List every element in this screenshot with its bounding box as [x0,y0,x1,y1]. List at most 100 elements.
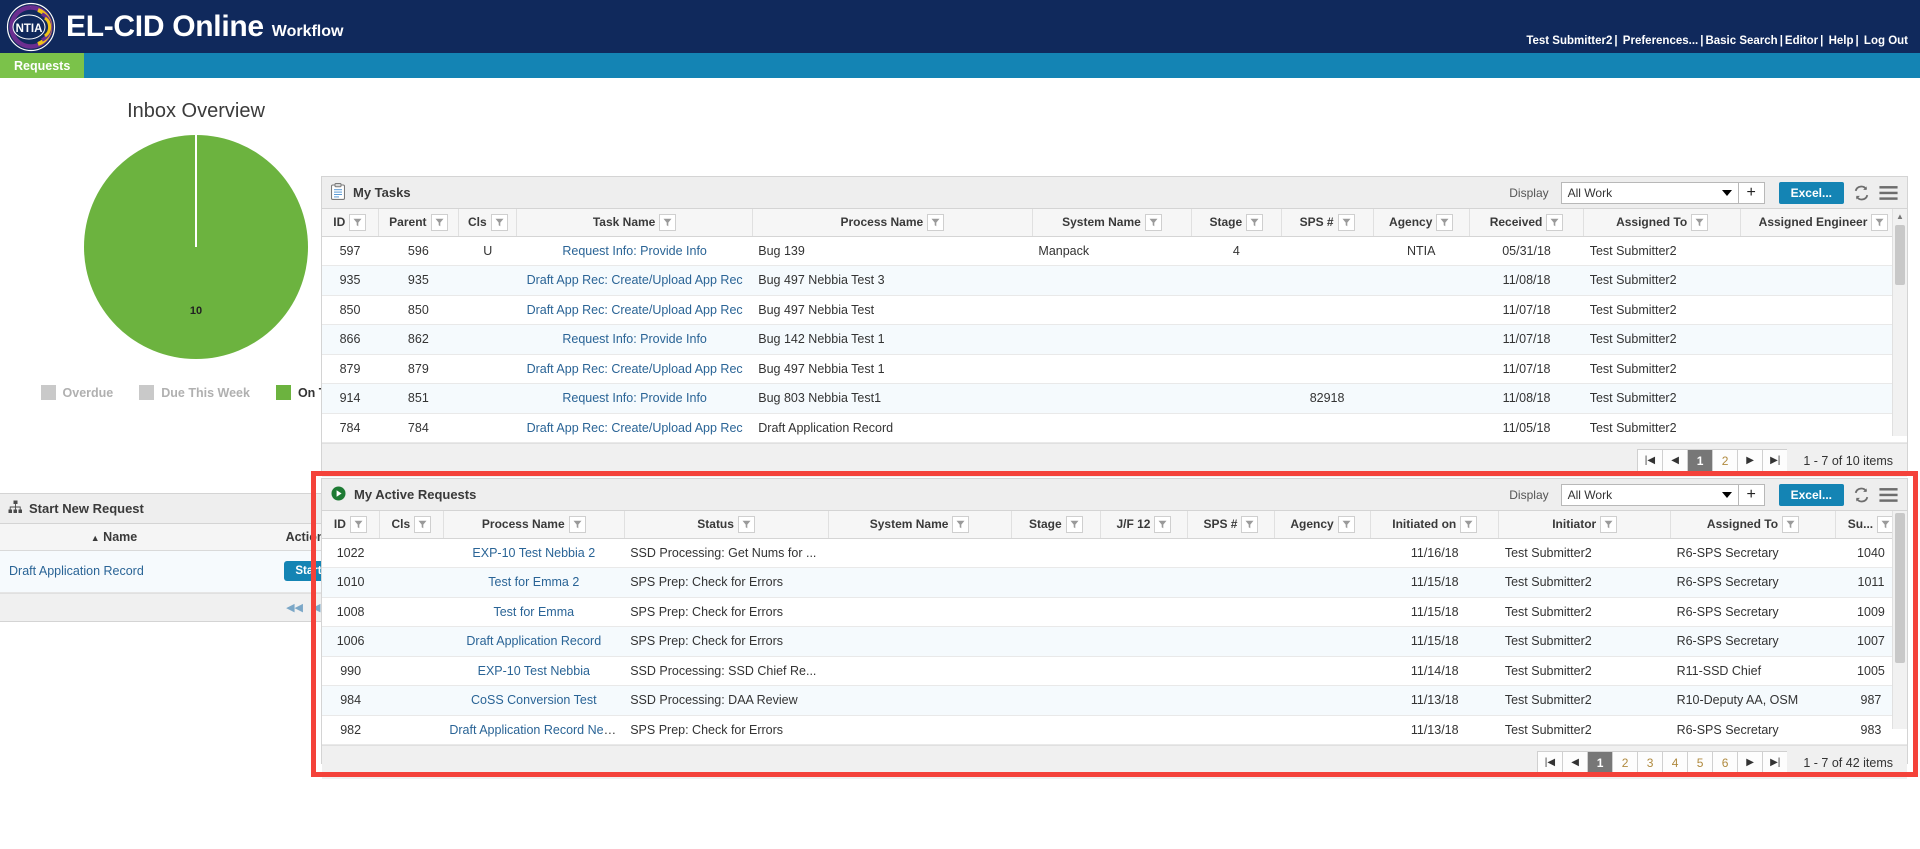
column-filter-button[interactable] [1337,515,1355,533]
process-name-link[interactable]: EXP-10 Test Nebbia [478,664,590,678]
cell-process-name[interactable]: CoSS Conversion Test [443,685,625,716]
pager-page-4[interactable]: 4 [1662,751,1688,774]
menu-icon[interactable] [1879,185,1898,201]
column-header-assigned-engineer[interactable]: Assigned Engineer [1740,209,1907,237]
scroll-up-arrow[interactable]: ▲ [1893,209,1907,223]
nav-tab-requests[interactable]: Requests [0,53,85,78]
column-header-parent[interactable]: Parent [378,209,460,237]
cell-task-name[interactable]: Request Info: Provide Info [516,236,753,266]
column-filter-button[interactable] [1460,515,1478,533]
display-select[interactable]: All Work [1560,483,1739,506]
column-filter-button[interactable] [927,213,945,231]
process-name-link[interactable]: EXP-10 Test Nebbia 2 [472,546,595,560]
column-header-id[interactable]: ID [322,209,379,237]
table-row[interactable]: 984 CoSS Conversion Test SSD Processing: D… [322,685,1907,716]
pager-page-1[interactable]: 1 [1687,449,1713,472]
table-row[interactable]: 850 850 Draft App Rec: Create/Upload App R… [322,295,1907,325]
cell-process-name[interactable]: EXP-10 Test Nebbia 2 [443,538,625,568]
column-header-process-name[interactable]: Process Name [752,209,1033,237]
pager-first-button[interactable]: |◀ [1636,449,1663,472]
header-link-help[interactable]: Help [1829,35,1854,47]
my-tasks-scrollbar[interactable]: ▲ [1892,209,1907,436]
cell-task-name[interactable]: Draft App Rec: Create/Upload App Rec [516,354,753,384]
pager-page-3[interactable]: 3 [1637,751,1663,774]
column-filter-button[interactable] [1691,213,1709,231]
column-header-initiated-on[interactable]: Initiated on [1370,511,1500,539]
column-filter-button[interactable] [1600,515,1618,533]
column-filter-button[interactable] [1246,213,1264,231]
pager-page-6[interactable]: 6 [1712,751,1738,774]
column-header-agency[interactable]: Agency [1373,209,1470,237]
column-header-task-name[interactable]: Task Name [516,209,753,237]
header-link-basic-search[interactable]: Basic Search [1705,35,1777,47]
cell-task-name[interactable]: Draft App Rec: Create/Upload App Rec [516,413,753,443]
column-header-process-name[interactable]: Process Name [443,511,625,539]
column-filter-button[interactable] [1871,213,1889,231]
column-filter-button[interactable] [1241,515,1259,533]
column-filter-button[interactable] [1337,213,1355,231]
column-filter-button[interactable] [349,515,367,533]
column-header-name[interactable]: ▲ Name [0,524,228,551]
column-filter-button[interactable] [490,213,508,231]
column-filter-button[interactable] [659,213,677,231]
column-filter-button[interactable] [430,213,448,231]
table-row[interactable]: 990 EXP-10 Test Nebbia SSD Processing: SSD… [322,656,1907,686]
column-filter-button[interactable] [349,213,367,231]
task-name-link[interactable]: Request Info: Provide Info [562,391,707,405]
header-link-user[interactable]: Test Submitter2 [1526,35,1612,47]
column-filter-button[interactable] [1144,213,1162,231]
column-header-cls[interactable]: Cls [458,209,518,237]
pager-prev-button[interactable]: ◀ [1562,751,1588,774]
cell-process-name[interactable]: Test for Emma [443,597,625,627]
refresh-icon[interactable] [1852,486,1871,504]
task-name-link[interactable]: Draft App Rec: Create/Upload App Rec [527,273,743,287]
column-filter-button[interactable] [737,515,755,533]
request-name-link[interactable]: Draft Application Record [0,550,228,593]
process-name-link[interactable]: Draft Application Record [466,634,601,648]
column-filter-button[interactable] [1065,515,1083,533]
cell-task-name[interactable]: Draft App Rec: Create/Upload App Rec [516,295,753,325]
column-header-agency[interactable]: Agency [1274,511,1372,539]
pager-prev-button[interactable]: ◀ [1662,449,1688,472]
column-filter-button[interactable] [414,515,432,533]
column-filter-button[interactable] [1154,515,1172,533]
process-name-link[interactable]: Test for Emma [493,605,574,619]
cell-task-name[interactable]: Draft App Rec: Create/Upload App Rec [516,265,753,296]
column-header-j-f-12[interactable]: J/F 12 [1100,511,1188,539]
my-active-requests-scrollbar[interactable] [1892,511,1907,729]
column-header-assigned-to[interactable]: Assigned To [1583,209,1742,237]
pager-last-button[interactable]: ▶| [1762,751,1788,774]
column-filter-button[interactable] [1546,213,1564,231]
legend-item-overdue[interactable]: Overdue [40,385,113,400]
process-name-link[interactable]: CoSS Conversion Test [471,693,597,707]
table-row[interactable]: 866 862 Request Info: Provide Info Bug 142 … [322,324,1907,355]
column-header-sps[interactable]: SPS # [1187,511,1275,539]
pager-next-button[interactable]: ▶ [1737,449,1763,472]
cell-task-name[interactable]: Request Info: Provide Info [516,324,753,355]
process-name-link[interactable]: Test for Emma 2 [488,575,579,589]
pager-page-2[interactable]: 2 [1712,449,1738,472]
table-row[interactable]: 1006 Draft Application Record SPS Prep: Ch… [322,626,1907,657]
legend-item-due-this-week[interactable]: Due This Week [139,385,250,400]
refresh-icon[interactable] [1852,184,1871,202]
add-view-button[interactable]: + [1738,181,1765,204]
header-link-logout[interactable]: Log Out [1864,35,1908,47]
column-filter-button[interactable] [1436,213,1454,231]
task-name-link[interactable]: Request Info: Provide Info [562,244,707,258]
table-row[interactable]: 879 879 Draft App Rec: Create/Upload App R… [322,354,1907,384]
column-header-stage[interactable]: Stage [1011,511,1101,539]
add-view-button[interactable]: + [1738,483,1765,506]
task-name-link[interactable]: Request Info: Provide Info [562,332,707,346]
column-header-sps[interactable]: SPS # [1281,209,1374,237]
menu-icon[interactable] [1879,487,1898,503]
task-name-link[interactable]: Draft App Rec: Create/Upload App Rec [527,421,743,435]
header-link-preferences[interactable]: Preferences... [1623,35,1698,47]
column-header-assigned-to[interactable]: Assigned To [1670,511,1836,539]
pager-page-2[interactable]: 2 [1612,751,1638,774]
cell-task-name[interactable]: Request Info: Provide Info [516,383,753,414]
header-link-editor[interactable]: Editor [1785,35,1818,47]
column-filter-button[interactable] [1782,515,1800,533]
pager-next-button[interactable]: ▶ [1737,751,1763,774]
column-header-cls[interactable]: Cls [379,511,444,539]
cell-process-name[interactable]: Test for Emma 2 [443,567,625,598]
